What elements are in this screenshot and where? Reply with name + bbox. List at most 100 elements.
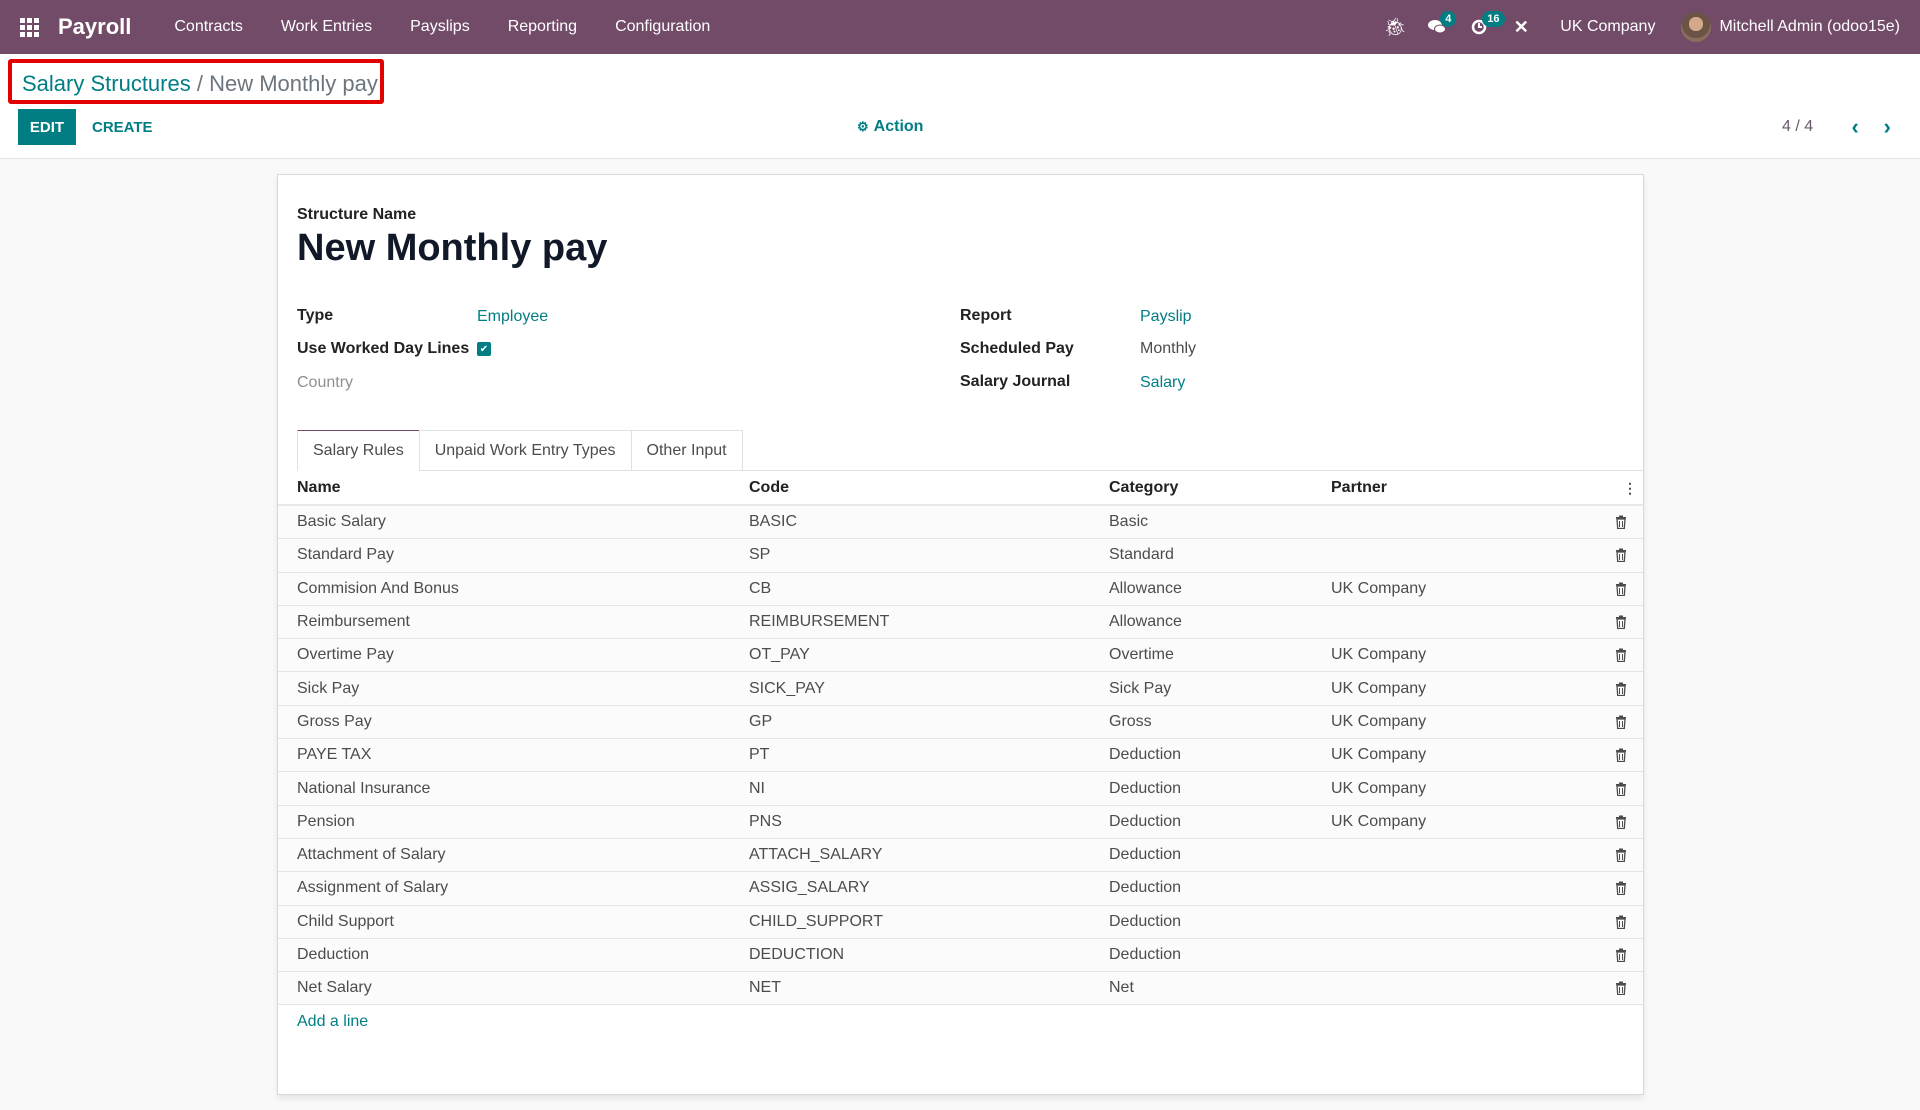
- edit-button[interactable]: EDIT: [18, 109, 76, 145]
- rule-code-cell: PNS: [749, 812, 782, 830]
- rule-category-cell: Deduction: [1109, 779, 1182, 797]
- tools-button[interactable]: ✕: [1500, 0, 1542, 54]
- delete-row-button[interactable]: [1599, 782, 1643, 796]
- trash-icon: [1616, 815, 1626, 829]
- delete-row-button[interactable]: [1599, 548, 1643, 563]
- pager-previous-button[interactable]: ‹: [1839, 114, 1871, 140]
- activities-button[interactable]: 16: [1458, 0, 1505, 54]
- menu-work-entries[interactable]: Work Entries: [262, 18, 391, 36]
- kebab-icon: ⋮: [1623, 479, 1637, 496]
- table-row[interactable]: Assignment of Salary ASSIG_SALARY Deductio…: [278, 872, 1643, 906]
- table-row[interactable]: Child Support CHILD_SUPPORT Deduction: [278, 905, 1643, 939]
- trash-icon: [1616, 748, 1626, 763]
- column-partner[interactable]: Partner: [1331, 479, 1599, 497]
- report-label: Report: [960, 307, 1012, 324]
- rule-name-cell: Attachment of Salary: [297, 846, 446, 864]
- delete-row-button[interactable]: [1599, 848, 1643, 863]
- breadcrumb-parent[interactable]: Salary Structures: [22, 71, 191, 96]
- tab-salary-rules[interactable]: Salary Rules: [297, 430, 420, 471]
- type-label: Type: [297, 307, 334, 324]
- trash-icon: [1616, 515, 1626, 530]
- apps-menu-button[interactable]: [0, 17, 58, 37]
- rule-category-cell: Standard: [1109, 546, 1174, 564]
- rule-category-cell: Basic: [1109, 513, 1149, 531]
- rule-name-cell: Overtime Pay: [297, 646, 394, 664]
- trash-icon: [1616, 548, 1626, 563]
- table-row[interactable]: Overtime Pay OT_PAY Overtime UK Company: [278, 639, 1643, 673]
- rule-partner-cell: UK Company: [1331, 646, 1427, 664]
- grid-icon: [19, 17, 39, 37]
- rule-category-cell: Deduction: [1109, 879, 1182, 897]
- rule-name-cell: Assignment of Salary: [297, 879, 449, 897]
- delete-row-button[interactable]: [1599, 981, 1643, 996]
- rule-partner-cell: UK Company: [1331, 579, 1427, 597]
- trash-icon: [1616, 782, 1626, 796]
- trash-icon: [1616, 915, 1626, 929]
- type-value[interactable]: Employee: [477, 308, 548, 326]
- tab-unpaid-work-entry-types[interactable]: Unpaid Work Entry Types: [418, 430, 632, 470]
- table-row[interactable]: Sick Pay SICK_PAY Sick Pay UK Company: [278, 672, 1643, 706]
- debug-button[interactable]: 🐞︎: [1374, 0, 1416, 54]
- table-row[interactable]: National Insurance NI Deduction UK Company: [278, 772, 1643, 806]
- messages-button[interactable]: 4: [1416, 0, 1458, 54]
- table-header: Name Code Category Partner ⋮: [278, 472, 1643, 506]
- table-row[interactable]: Basic Salary BASIC Basic: [278, 506, 1643, 540]
- rule-code-cell: GP: [749, 712, 773, 730]
- delete-row-button[interactable]: [1599, 948, 1643, 962]
- rule-category-cell: Deduction: [1109, 846, 1182, 864]
- column-code[interactable]: Code: [749, 479, 1109, 497]
- menu-configuration[interactable]: Configuration: [596, 18, 729, 36]
- table-row[interactable]: Deduction DEDUCTION Deduction: [278, 938, 1643, 973]
- salary-journal-label: Salary Journal: [960, 373, 1071, 390]
- salary-journal-value[interactable]: Salary: [1140, 374, 1185, 392]
- rule-code-cell: CHILD_SUPPORT: [749, 912, 883, 930]
- table-row[interactable]: Pension PNS Deduction UK Company: [278, 805, 1643, 839]
- rule-partner-cell: UK Company: [1331, 746, 1427, 764]
- create-button[interactable]: CREATE: [92, 109, 153, 145]
- column-name[interactable]: Name: [278, 479, 749, 497]
- use-worked-day-lines-checkbox[interactable]: ✔: [477, 342, 491, 356]
- tab-other-input[interactable]: Other Input: [630, 430, 743, 470]
- delete-row-button[interactable]: [1599, 915, 1643, 929]
- delete-row-button[interactable]: [1599, 648, 1643, 663]
- salary-rules-table: Name Code Category Partner ⋮ Basic Salar…: [278, 472, 1643, 1039]
- delete-row-button[interactable]: [1599, 682, 1643, 696]
- delete-row-button[interactable]: [1599, 582, 1643, 596]
- menu-reporting[interactable]: Reporting: [489, 18, 596, 36]
- pager-value[interactable]: 4 / 4: [1782, 118, 1813, 136]
- table-row[interactable]: Commision And Bonus CB Allowance UK Company: [278, 572, 1643, 606]
- table-row[interactable]: Standard Pay SP Standard: [278, 539, 1643, 573]
- menu-contracts[interactable]: Contracts: [155, 18, 261, 36]
- column-category[interactable]: Category: [1109, 479, 1331, 497]
- delete-row-button[interactable]: [1599, 515, 1643, 530]
- report-value[interactable]: Payslip: [1140, 308, 1192, 326]
- rule-category-cell: Deduction: [1109, 946, 1182, 963]
- rule-name-cell: National Insurance: [297, 779, 431, 797]
- table-row[interactable]: Net Salary NET Net: [278, 972, 1643, 1006]
- rule-category-cell: Gross: [1109, 712, 1152, 730]
- rule-code-cell: SICK_PAY: [749, 679, 825, 697]
- delete-row-button[interactable]: [1599, 715, 1643, 729]
- optional-columns-button[interactable]: ⋮: [1599, 480, 1643, 497]
- table-row[interactable]: Attachment of Salary ATTACH_SALARY Deducti…: [278, 838, 1643, 873]
- chevron-left-icon: ‹: [1851, 114, 1859, 139]
- menu-payslips[interactable]: Payslips: [391, 18, 489, 36]
- form-sheet: Structure Name New Monthly pay Type Empl…: [277, 174, 1644, 1095]
- user-menu[interactable]: Mitchell Admin (odoo15e): [1681, 12, 1920, 42]
- app-name[interactable]: Payroll: [58, 14, 131, 40]
- table-row[interactable]: Gross Pay GP Gross UK Company: [278, 705, 1643, 740]
- table-row[interactable]: Reimbursement REIMBURSEMENT Allowance: [278, 605, 1643, 640]
- add-line-button[interactable]: Add a line: [278, 1005, 1643, 1039]
- company-switcher[interactable]: UK Company: [1542, 18, 1681, 36]
- delete-row-button[interactable]: [1599, 615, 1643, 630]
- rule-code-cell: REIMBURSEMENT: [749, 613, 890, 631]
- delete-row-button[interactable]: [1599, 881, 1643, 896]
- action-menu-button[interactable]: ⚙ Action: [857, 109, 923, 145]
- delete-row-button[interactable]: [1599, 748, 1643, 763]
- scheduled-pay-label: Scheduled Pay: [960, 340, 1074, 357]
- pager-next-button[interactable]: ›: [1871, 114, 1903, 140]
- table-row[interactable]: PAYE TAX PT Deduction UK Company: [278, 739, 1643, 773]
- rule-code-cell: NI: [749, 779, 765, 797]
- rule-name-cell: Pension: [297, 812, 355, 830]
- delete-row-button[interactable]: [1599, 815, 1643, 829]
